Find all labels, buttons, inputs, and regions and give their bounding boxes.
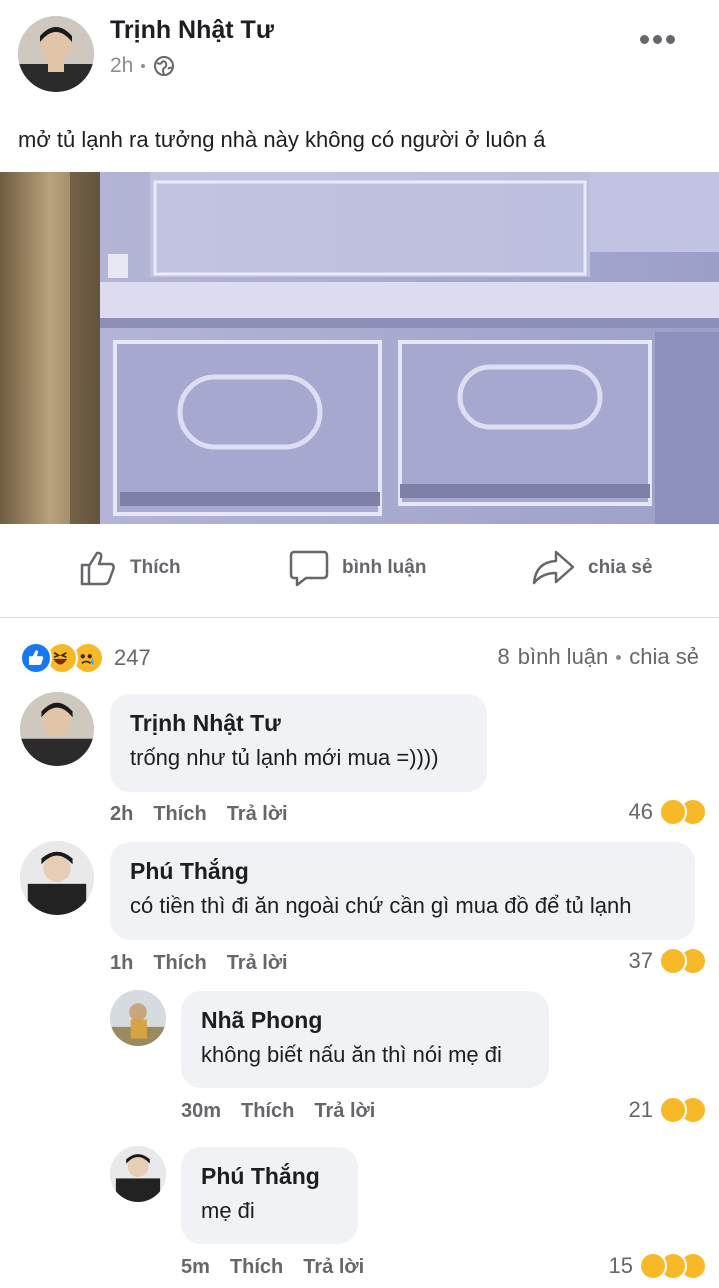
comment-meta: 30m Thích Trả lời	[181, 1100, 375, 1123]
comment-like-link[interactable]: Thích	[241, 1100, 294, 1123]
comment-time[interactable]: 1h	[110, 952, 133, 975]
share-label: chia sẻ	[588, 557, 653, 578]
comment-reply-link[interactable]: Trả lời	[314, 1100, 375, 1123]
globe-icon	[153, 55, 175, 77]
comments-label: bình luận	[517, 644, 609, 669]
post-action-bar: Thích bình luận chia sẻ	[0, 540, 719, 600]
comment-text: trống như tủ lạnh mới mua =))))	[130, 745, 439, 770]
reply-bubble: Phú Thắng mẹ đi	[181, 1147, 358, 1244]
comment-time[interactable]: 2h	[110, 803, 133, 826]
post-text: mở tủ lạnh ra tưởng nhà này không có ngư…	[18, 127, 546, 152]
commenter-name[interactable]: Phú Thắng	[130, 858, 675, 885]
like-reaction-icon	[20, 642, 52, 674]
more-options-button[interactable]	[640, 31, 680, 47]
commenter-name[interactable]: Phú Thắng	[201, 1163, 338, 1190]
comment-reply-link[interactable]: Trả lời	[227, 952, 288, 975]
commenter-name[interactable]: Trịnh Nhật Tư	[130, 710, 467, 737]
comment-meta: 2h Thích Trả lời	[110, 803, 288, 826]
comment-text: mẹ đi	[201, 1198, 255, 1223]
comment-label: bình luận	[342, 557, 427, 578]
comment-reply-link[interactable]: Trả lời	[227, 803, 288, 826]
more-dot	[640, 34, 649, 44]
haha-reaction-icon	[659, 947, 687, 975]
haha-reaction-icon	[639, 1252, 667, 1280]
commenter-name[interactable]: Nhã Phong	[201, 1007, 529, 1034]
post-header: Trịnh Nhật Tư 2h	[0, 0, 719, 110]
divider	[0, 617, 719, 618]
comment-reaction-count: 46	[628, 799, 653, 824]
commenter-avatar[interactable]	[110, 990, 166, 1046]
reaction-summary[interactable]: 247	[20, 640, 151, 676]
comment-reactions[interactable]: 15	[608, 1252, 707, 1280]
post-meta: 2h	[110, 54, 175, 78]
comment-like-link[interactable]: Thích	[230, 1256, 283, 1279]
comment-reaction-count: 21	[628, 1097, 653, 1122]
commenter-avatar[interactable]	[20, 841, 94, 915]
reply-bubble: Nhã Phong không biết nấu ăn thì nói mẹ đ…	[181, 991, 549, 1088]
post-time[interactable]: 2h	[110, 54, 133, 78]
comment-reply-link[interactable]: Trả lời	[303, 1256, 364, 1279]
like-label: Thích	[130, 557, 181, 578]
commenter-avatar[interactable]	[110, 1146, 166, 1202]
comment-text: không biết nấu ăn thì nói mẹ đi	[201, 1042, 502, 1067]
comment-reaction-count: 37	[628, 948, 653, 973]
comment-text: có tiền thì đi ăn ngoài chứ cần gì mua đ…	[130, 893, 632, 918]
share-button[interactable]: chia sẻ	[530, 548, 652, 588]
author-name[interactable]: Trịnh Nhật Tư	[110, 16, 274, 45]
thumbs-up-icon	[80, 551, 115, 586]
reaction-count: 247	[114, 645, 151, 670]
comment-reactions[interactable]: 37	[628, 947, 707, 975]
post-stats[interactable]: 8 bình luận chia sẻ	[498, 644, 700, 670]
meta-dot	[141, 64, 146, 68]
more-dot	[653, 34, 662, 44]
comment-meta: 5m Thích Trả lời	[181, 1256, 364, 1279]
shares-label: chia sẻ	[629, 644, 699, 669]
comment-meta: 1h Thích Trả lời	[110, 952, 288, 975]
author-avatar[interactable]	[18, 16, 94, 92]
comment-time[interactable]: 30m	[181, 1100, 221, 1123]
more-dot	[666, 34, 675, 44]
post-photo[interactable]	[0, 172, 719, 524]
comment-reaction-count: 15	[608, 1253, 633, 1278]
comment-like-link[interactable]: Thích	[153, 803, 206, 826]
like-button[interactable]: Thích	[78, 548, 181, 588]
commenter-avatar[interactable]	[20, 692, 94, 766]
haha-reaction-icon	[659, 798, 687, 826]
comment-button[interactable]: bình luận	[288, 548, 426, 588]
comment-time[interactable]: 5m	[181, 1256, 210, 1279]
comment-reactions[interactable]: 21	[628, 1096, 707, 1124]
comment-count: 8	[497, 644, 510, 669]
comment-bubble: Trịnh Nhật Tư trống như tủ lạnh mới mua …	[110, 694, 487, 792]
stats-separator	[616, 654, 622, 660]
haha-reaction-icon	[659, 1096, 687, 1124]
comment-like-link[interactable]: Thích	[153, 952, 206, 975]
comment-bubble: Phú Thắng có tiền thì đi ăn ngoài chứ cầ…	[110, 842, 695, 940]
comment-reactions[interactable]: 46	[628, 798, 707, 826]
comment-icon	[289, 550, 329, 587]
share-icon	[532, 550, 575, 585]
